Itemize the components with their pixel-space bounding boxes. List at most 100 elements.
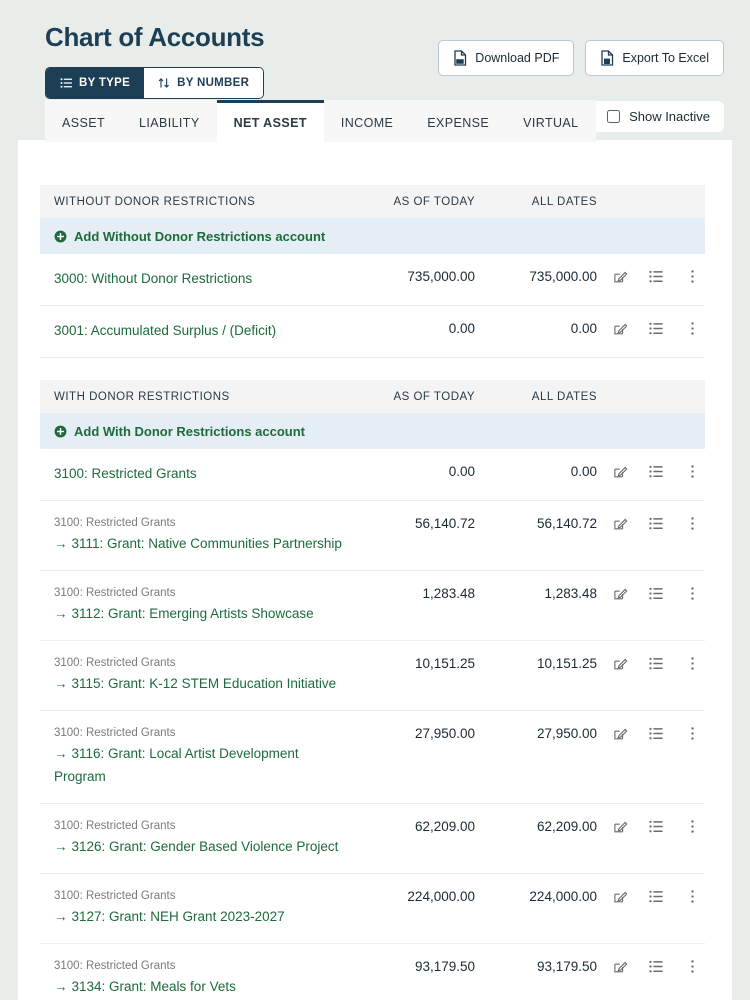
account-link[interactable]: → 3112: Grant: Emerging Artists Showcase (54, 606, 314, 621)
show-inactive-checkbox[interactable] (607, 110, 620, 123)
list-lines-icon[interactable] (649, 464, 664, 479)
download-pdf-label: Download PDF (475, 51, 559, 65)
arrow-right-icon: → (54, 606, 68, 621)
column-all-dates: ALL DATES (475, 391, 597, 403)
list-lines-icon[interactable] (649, 889, 664, 904)
account-name-cell: 3001: Accumulated Surplus / (Deficit) (40, 320, 353, 343)
account-name-cell: 3100: Restricted Grants →3111: Grant: Nat… (40, 515, 353, 556)
export-excel-label: Export To Excel (622, 51, 709, 65)
add-account-row[interactable]: Add With Donor Restrictions account (40, 413, 705, 449)
add-account-label: Add With Donor Restrictions account (74, 424, 305, 439)
list-lines-icon[interactable] (649, 586, 664, 601)
accounts-card: WITHOUT DONOR RESTRICTIONSAS OF TODAYALL… (18, 140, 732, 1000)
edit-pencil-icon[interactable] (613, 889, 628, 904)
tab-income[interactable]: INCOME (324, 100, 410, 142)
amount-all-dates: 93,179.50 (475, 958, 597, 974)
kebab-menu-icon[interactable] (685, 586, 700, 601)
list-lines-icon[interactable] (649, 819, 664, 834)
list-lines-icon[interactable] (649, 321, 664, 336)
account-name-cell: 3100: Restricted Grants (40, 463, 353, 486)
arrow-right-icon: → (54, 746, 68, 761)
tab-virtual[interactable]: VIRTUAL (506, 100, 595, 142)
plus-circle-icon (54, 425, 67, 438)
account-link[interactable]: 3100: Restricted Grants (54, 466, 197, 481)
edit-pencil-icon[interactable] (613, 516, 628, 531)
row-actions (597, 818, 705, 834)
page-header: Chart of Accounts BY TYPE BY NUMBER (0, 0, 750, 99)
list-lines-icon[interactable] (649, 726, 664, 741)
account-name-cell: 3100: Restricted Grants→3134: Grant: Mea… (40, 958, 353, 999)
account-name-cell: 3000: Without Donor Restrictions (40, 268, 353, 291)
section-title: WITHOUT DONOR RESTRICTIONS (40, 196, 353, 208)
tab-net-asset[interactable]: NET ASSET (217, 100, 324, 142)
edit-pencil-icon[interactable] (613, 586, 628, 601)
account-link[interactable]: 3001: Accumulated Surplus / (Deficit) (54, 323, 276, 338)
download-pdf-button[interactable]: Download PDF (438, 40, 574, 76)
list-lines-icon[interactable] (649, 516, 664, 531)
kebab-menu-icon[interactable] (685, 516, 700, 531)
amount-all-dates: 1,283.48 (475, 585, 597, 601)
kebab-menu-icon[interactable] (685, 726, 700, 741)
tab-asset[interactable]: ASSET (45, 100, 122, 142)
arrow-right-icon: → (54, 536, 68, 551)
kebab-menu-icon[interactable] (685, 321, 700, 336)
account-link[interactable]: →3126: Grant: Gender Based Violence Proj… (54, 839, 338, 854)
amount-as-of-today: 0.00 (353, 463, 475, 479)
by-type-label: BY TYPE (79, 77, 130, 89)
account-link[interactable]: →3116: Grant: Local Artist Development P… (54, 746, 299, 784)
by-type-toggle[interactable]: BY TYPE (46, 68, 144, 98)
edit-pencil-icon[interactable] (613, 819, 628, 834)
account-name-cell: 3100: Restricted Grants→3127: Grant: NEH… (40, 888, 353, 929)
column-as-of-today: AS OF TODAY (353, 196, 475, 208)
kebab-menu-icon[interactable] (685, 959, 700, 974)
tab-expense[interactable]: EXPENSE (410, 100, 506, 142)
account-link[interactable]: 3000: Without Donor Restrictions (54, 271, 252, 286)
edit-pencil-icon[interactable] (613, 656, 628, 671)
list-icon (60, 77, 72, 89)
amount-as-of-today: 0.00 (353, 320, 475, 336)
by-number-toggle[interactable]: BY NUMBER (144, 68, 263, 98)
account-name-cell: 3100: Restricted Grants→3115: Grant: K-1… (40, 655, 353, 696)
edit-pencil-icon[interactable] (613, 959, 628, 974)
export-excel-button[interactable]: Export To Excel (585, 40, 724, 76)
show-inactive-toggle[interactable]: Show Inactive (593, 101, 724, 132)
kebab-menu-icon[interactable] (685, 819, 700, 834)
kebab-menu-icon[interactable] (685, 889, 700, 904)
list-lines-icon[interactable] (649, 959, 664, 974)
arrow-right-icon: → (54, 839, 68, 854)
edit-pencil-icon[interactable] (613, 726, 628, 741)
kebab-menu-icon[interactable] (685, 656, 700, 671)
add-account-row[interactable]: Add Without Donor Restrictions account (40, 218, 705, 254)
section-header: WITHOUT DONOR RESTRICTIONSAS OF TODAYALL… (40, 185, 705, 218)
row-actions (597, 958, 705, 974)
edit-pencil-icon[interactable] (613, 321, 628, 336)
amount-as-of-today: 27,950.00 (353, 725, 475, 741)
account-link[interactable]: →3111: Grant: Native Communities Partner… (54, 536, 342, 551)
tab-liability[interactable]: LIABILITY (122, 100, 217, 142)
row-actions (597, 888, 705, 904)
table-row: 3100: Restricted Grants→3112: Grant: Eme… (40, 571, 705, 641)
column-as-of-today: AS OF TODAY (353, 391, 475, 403)
account-link[interactable]: →3115: Grant: K-12 STEM Education Initia… (54, 676, 336, 691)
list-lines-icon[interactable] (649, 269, 664, 284)
account-link[interactable]: →3127: Grant: NEH Grant 2023-2027 (54, 909, 285, 924)
table-row: 3100: Restricted Grants→3116: Grant: Loc… (40, 711, 705, 804)
add-account-label: Add Without Donor Restrictions account (74, 229, 325, 244)
account-name-text: 3134: Grant: Meals for Vets (72, 979, 236, 994)
amount-all-dates: 735,000.00 (475, 268, 597, 284)
table-row: 3100: Restricted Grants0.000.00 (40, 449, 705, 501)
account-link[interactable]: →3134: Grant: Meals for Vets (54, 979, 236, 994)
account-name-text: 3001: Accumulated Surplus / (Deficit) (54, 323, 276, 338)
kebab-menu-icon[interactable] (685, 269, 700, 284)
list-lines-icon[interactable] (649, 656, 664, 671)
parent-account-label: 3100: Restricted Grants (54, 515, 343, 531)
kebab-menu-icon[interactable] (685, 464, 700, 479)
plus-circle-icon (54, 230, 67, 243)
account-name-text: 3100: Restricted Grants (54, 466, 197, 481)
account-name-text: 3127: Grant: NEH Grant 2023-2027 (72, 909, 285, 924)
edit-pencil-icon[interactable] (613, 269, 628, 284)
account-name-text: 3112: Grant: Emerging Artists Showcase (72, 606, 314, 621)
edit-pencil-icon[interactable] (613, 464, 628, 479)
row-actions (597, 320, 705, 336)
parent-account-label: 3100: Restricted Grants (54, 818, 343, 834)
